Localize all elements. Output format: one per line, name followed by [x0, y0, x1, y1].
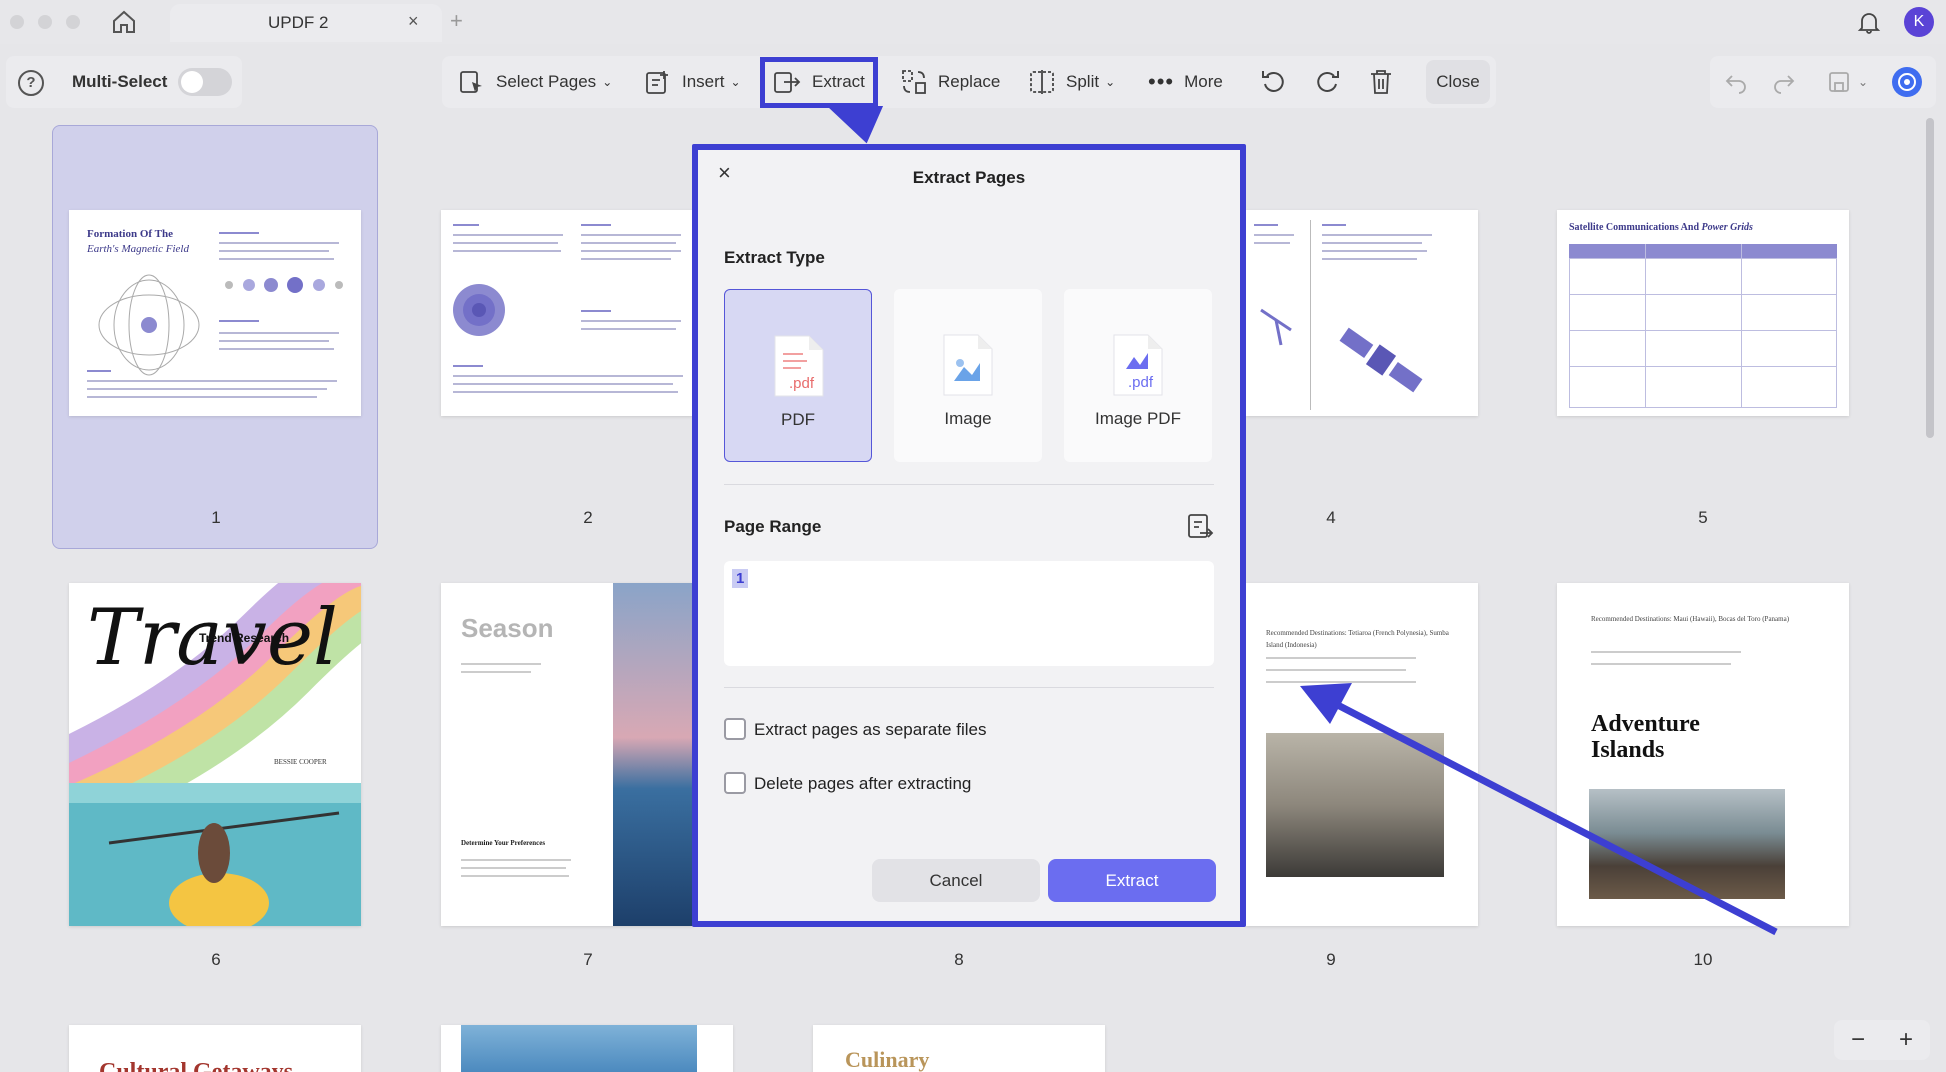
type-option-image[interactable]: Image [894, 289, 1042, 462]
svg-text:.pdf: .pdf [1128, 374, 1154, 391]
type-option-image-pdf-label: Image PDF [1095, 409, 1181, 428]
image-file-icon [943, 334, 993, 396]
delete-pages-checkbox[interactable] [724, 772, 746, 794]
dialog-divider [724, 484, 1214, 485]
page-range-value: 1 [732, 569, 749, 588]
delete-pages-label: Delete pages after extracting [754, 774, 972, 793]
extract-type-label: Extract Type [724, 248, 825, 267]
type-option-pdf-label: PDF [781, 410, 815, 429]
extract-confirm-button[interactable]: Extract [1048, 859, 1216, 902]
dialog-divider [724, 687, 1214, 688]
type-option-image-label: Image [944, 409, 992, 428]
type-option-image-pdf[interactable]: .pdf Image PDF [1064, 289, 1212, 462]
extract-pages-dialog: × Extract Pages Extract Type .pdf PDF Im… [692, 144, 1246, 927]
separate-files-checkbox[interactable] [724, 718, 746, 740]
page-range-input[interactable]: 1 [724, 561, 1214, 666]
pdf-file-icon: .pdf [774, 335, 824, 397]
cancel-button[interactable]: Cancel [872, 859, 1040, 902]
separate-files-label: Extract pages as separate files [754, 720, 987, 739]
annotation-arrow-line [1326, 696, 1778, 936]
image-pdf-file-icon: .pdf [1113, 334, 1163, 396]
dialog-title: Extract Pages [912, 168, 1026, 187]
annotation-arrow-head [1300, 683, 1352, 724]
page-range-picker-icon[interactable] [1186, 512, 1214, 542]
type-option-pdf[interactable]: .pdf PDF [724, 289, 872, 462]
svg-text:.pdf: .pdf [789, 375, 815, 392]
page-range-label: Page Range [724, 517, 822, 536]
annotation-arrow-extract [826, 106, 884, 144]
